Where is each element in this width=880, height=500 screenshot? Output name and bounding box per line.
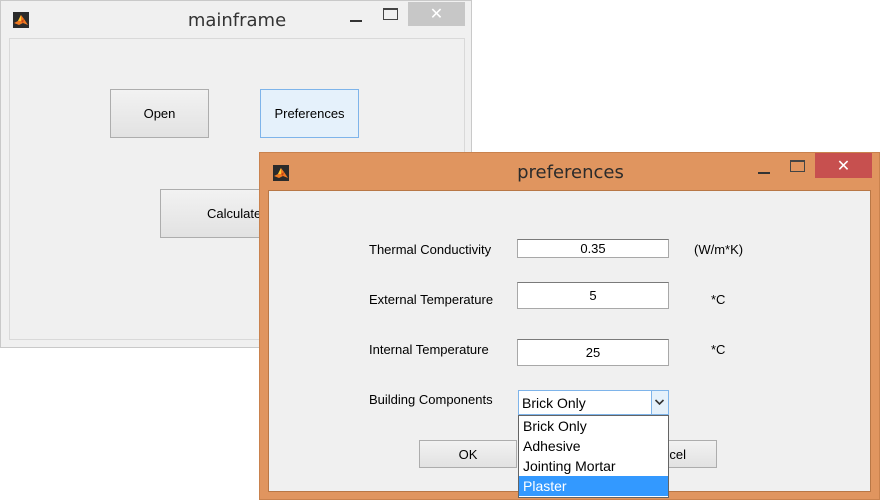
thermal-conductivity-label: Thermal Conductivity (369, 242, 492, 257)
open-button[interactable]: Open (110, 89, 209, 138)
building-components-select[interactable]: Brick Only (518, 390, 669, 415)
building-components-selected: Brick Only (522, 395, 586, 411)
dropdown-option-brick-only[interactable]: Brick Only (519, 416, 668, 436)
chevron-down-icon (654, 399, 665, 406)
dropdown-arrow-button[interactable] (651, 391, 668, 414)
close-icon: ✕ (429, 4, 444, 23)
close-button[interactable]: ✕ (408, 2, 465, 26)
external-temperature-label: External Temperature (369, 292, 494, 307)
preferences-titlebar[interactable]: preferences ✕ (260, 153, 879, 189)
internal-temperature-label: Internal Temperature (369, 342, 489, 357)
maximize-icon (790, 160, 805, 172)
maximize-button[interactable] (784, 155, 812, 177)
external-temperature-input[interactable] (517, 282, 669, 309)
building-components-label: Building Components (369, 392, 493, 407)
internal-temperature-input[interactable] (517, 339, 669, 366)
minimize-icon (758, 172, 770, 174)
maximize-button[interactable] (377, 3, 405, 25)
close-button[interactable]: ✕ (815, 153, 872, 178)
mainframe-titlebar[interactable]: mainframe ✕ (1, 1, 471, 37)
preferences-panel: Thermal Conductivity (W/m*K) External Te… (268, 190, 871, 498)
close-icon: ✕ (836, 156, 851, 175)
thermal-conductivity-unit: (W/m*K) (694, 242, 744, 257)
thermal-conductivity-input[interactable] (517, 239, 669, 258)
dropdown-option-plaster[interactable]: Plaster (519, 476, 668, 496)
dropdown-option-jointing-mortar[interactable]: Jointing Mortar (519, 456, 668, 476)
building-components-dropdown-list: Brick Only Adhesive Jointing Mortar Plas… (518, 415, 669, 498)
preferences-window: preferences ✕ Thermal Conductivity (W/m*… (259, 152, 880, 500)
external-temperature-unit: *C (711, 292, 726, 307)
ok-button[interactable]: OK (419, 440, 517, 468)
dropdown-option-adhesive[interactable]: Adhesive (519, 436, 668, 456)
minimize-icon (350, 20, 362, 22)
maximize-icon (383, 8, 398, 20)
internal-temperature-unit: *C (711, 342, 726, 357)
minimize-button[interactable] (341, 9, 371, 29)
calculate-button-label: Calculate (207, 206, 262, 221)
minimize-button[interactable] (750, 161, 780, 181)
preferences-button[interactable]: Preferences (260, 89, 359, 138)
